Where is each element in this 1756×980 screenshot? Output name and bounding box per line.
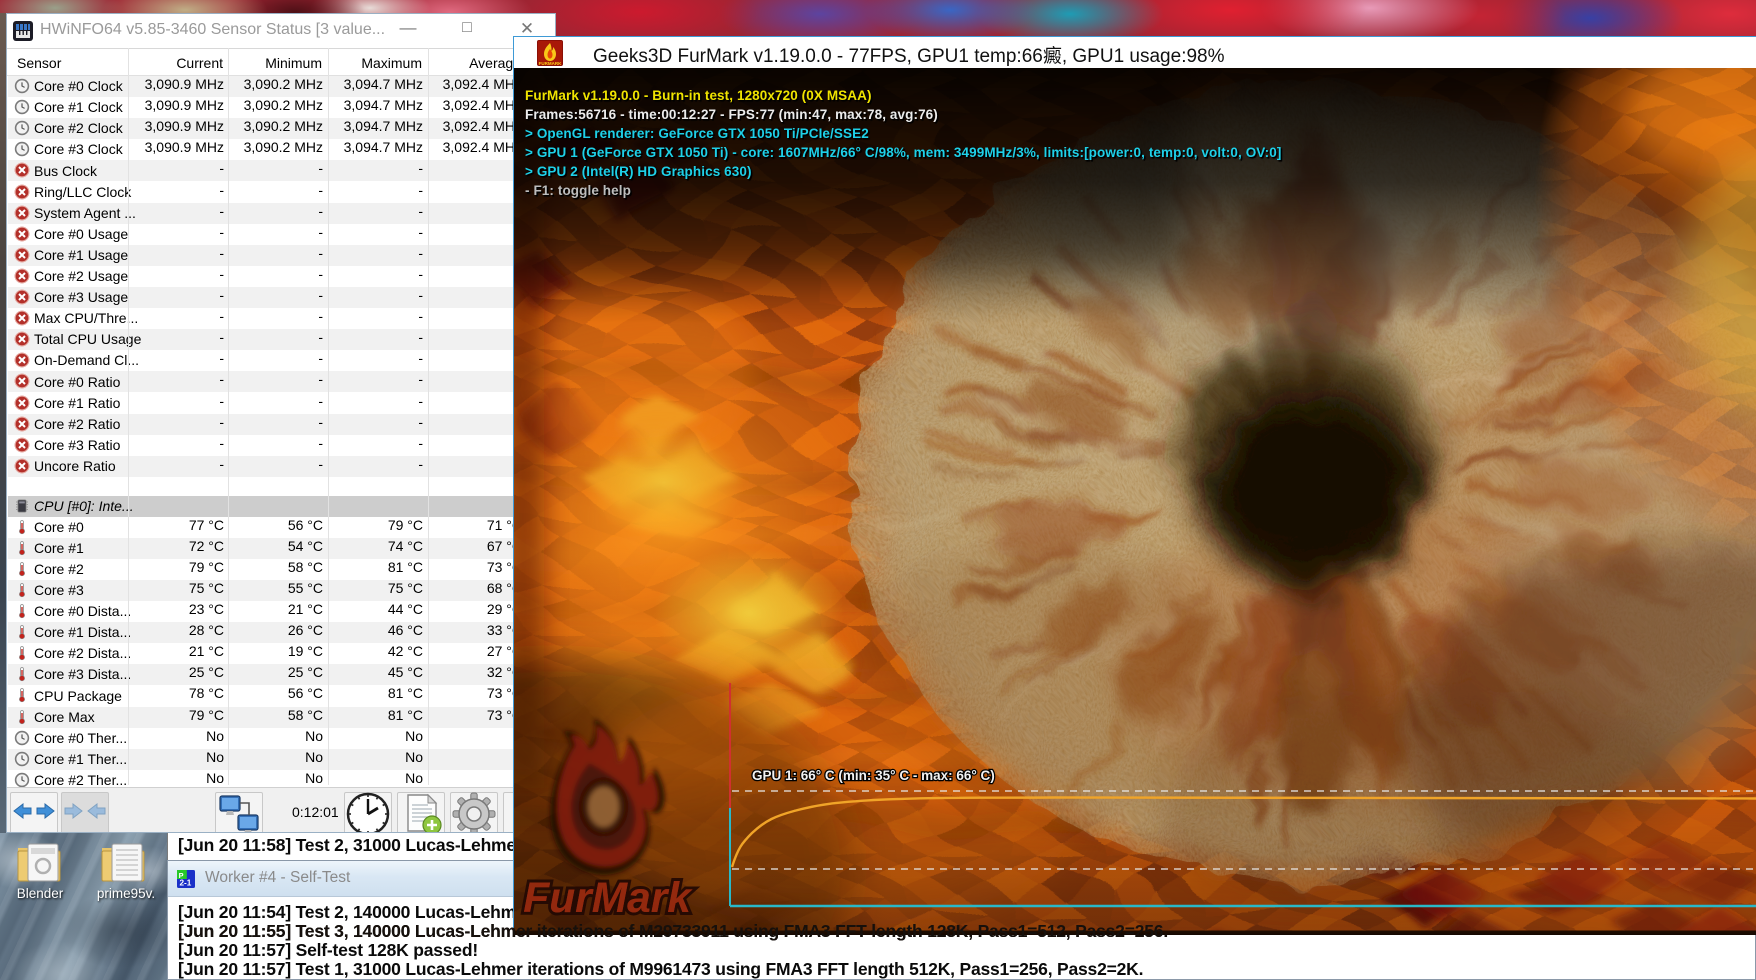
svg-text:GPU 1: 66° C (min: 35° C - max: GPU 1: 66° C (min: 35° C - max: 66° C) — [752, 768, 995, 783]
svg-text:FURMARK: FURMARK — [539, 61, 562, 66]
svg-text:2-1: 2-1 — [179, 879, 191, 888]
svg-text:FurMark: FurMark — [523, 875, 693, 922]
